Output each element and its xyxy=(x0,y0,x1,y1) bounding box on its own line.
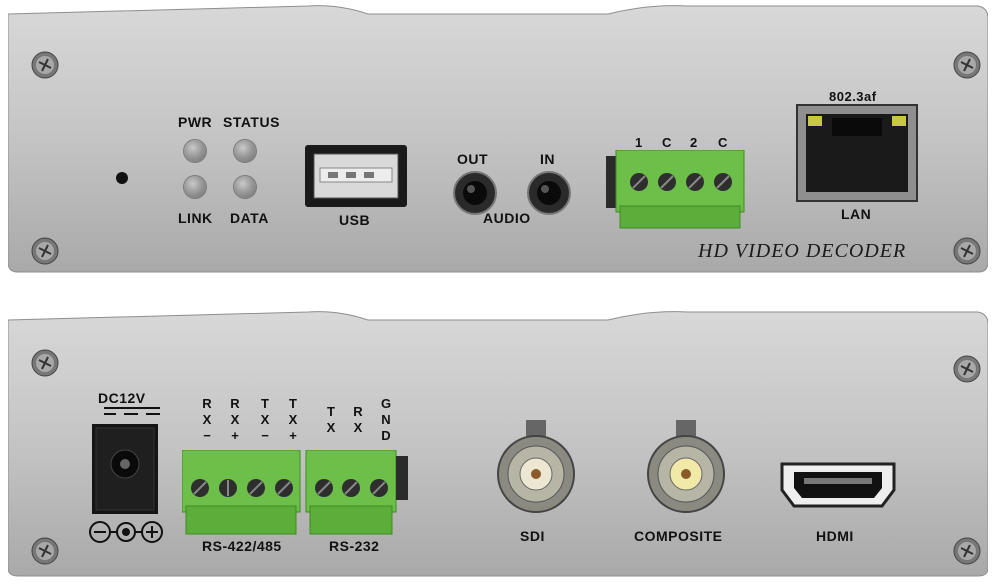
usb-label: USB xyxy=(339,212,371,228)
product-brand-text: HD VIDEO DECODER xyxy=(698,240,907,262)
screw-icon xyxy=(953,537,981,565)
screw-icon xyxy=(31,349,59,377)
composite-bnc-connector[interactable] xyxy=(646,420,726,516)
rs422-label: RS-422/485 xyxy=(202,538,282,554)
rear-panel: DC12V RX− RX+ TX− TX+ TX RX GND xyxy=(8,310,988,578)
led-label-status: STATUS xyxy=(223,114,280,130)
led-link-indicator xyxy=(184,176,206,198)
terminal-label-2: 2 xyxy=(690,135,698,150)
serial-terminal-blocks[interactable] xyxy=(182,450,416,536)
terminal-label-c2: C xyxy=(718,135,728,150)
composite-label: COMPOSITE xyxy=(634,528,723,544)
terminal-label-c1: C xyxy=(662,135,672,150)
screw-icon xyxy=(31,51,59,79)
rs422-pin-label-tx-minus: T X − xyxy=(260,396,270,443)
hdmi-port[interactable] xyxy=(780,460,896,510)
rs422-pin-label-rx-plus: R X + xyxy=(230,396,240,443)
audio-label: AUDIO xyxy=(483,210,531,226)
screw-icon xyxy=(31,237,59,265)
rs232-label: RS-232 xyxy=(329,538,380,554)
lan-label: LAN xyxy=(841,206,872,222)
sdi-label: SDI xyxy=(520,528,545,544)
dc-symbol-icon xyxy=(104,407,160,415)
sdi-bnc-connector[interactable] xyxy=(496,420,576,516)
rs232-pin-label-gnd: GND xyxy=(380,396,392,443)
gpio-terminal-block[interactable] xyxy=(606,150,746,230)
led-pwr-indicator xyxy=(184,140,206,162)
dc-power-label: DC12V xyxy=(98,390,146,406)
audio-in-label: IN xyxy=(540,151,555,167)
rs232-pin-label-tx: TX xyxy=(326,404,336,435)
rs422-pin-label-tx-plus: T X + xyxy=(288,396,298,443)
terminal-label-1: 1 xyxy=(635,135,643,150)
led-data-indicator xyxy=(234,176,256,198)
polarity-symbol-icon xyxy=(89,521,163,543)
screw-icon xyxy=(953,355,981,383)
hdmi-label: HDMI xyxy=(816,528,854,544)
audio-in-jack[interactable] xyxy=(526,170,572,216)
screw-icon xyxy=(953,51,981,79)
lan-port[interactable] xyxy=(796,104,918,202)
screw-icon xyxy=(31,537,59,565)
reset-pinhole[interactable] xyxy=(116,172,128,184)
dc-power-jack[interactable] xyxy=(92,424,158,514)
led-label-data: DATA xyxy=(230,210,269,226)
rs232-pin-label-rx: RX xyxy=(353,404,363,435)
audio-out-label: OUT xyxy=(457,151,489,167)
poe-standard-label: 802.3af xyxy=(829,89,877,104)
led-status-indicator xyxy=(234,140,256,162)
usb-port[interactable] xyxy=(304,144,408,208)
rs422-pin-label-rx-minus: R X − xyxy=(202,396,212,443)
front-panel: PWR STATUS LINK DATA USB OUT IN AUDIO 1 … xyxy=(8,4,988,274)
screw-icon xyxy=(953,237,981,265)
led-label-pwr: PWR xyxy=(178,114,213,130)
led-label-link: LINK xyxy=(178,210,213,226)
